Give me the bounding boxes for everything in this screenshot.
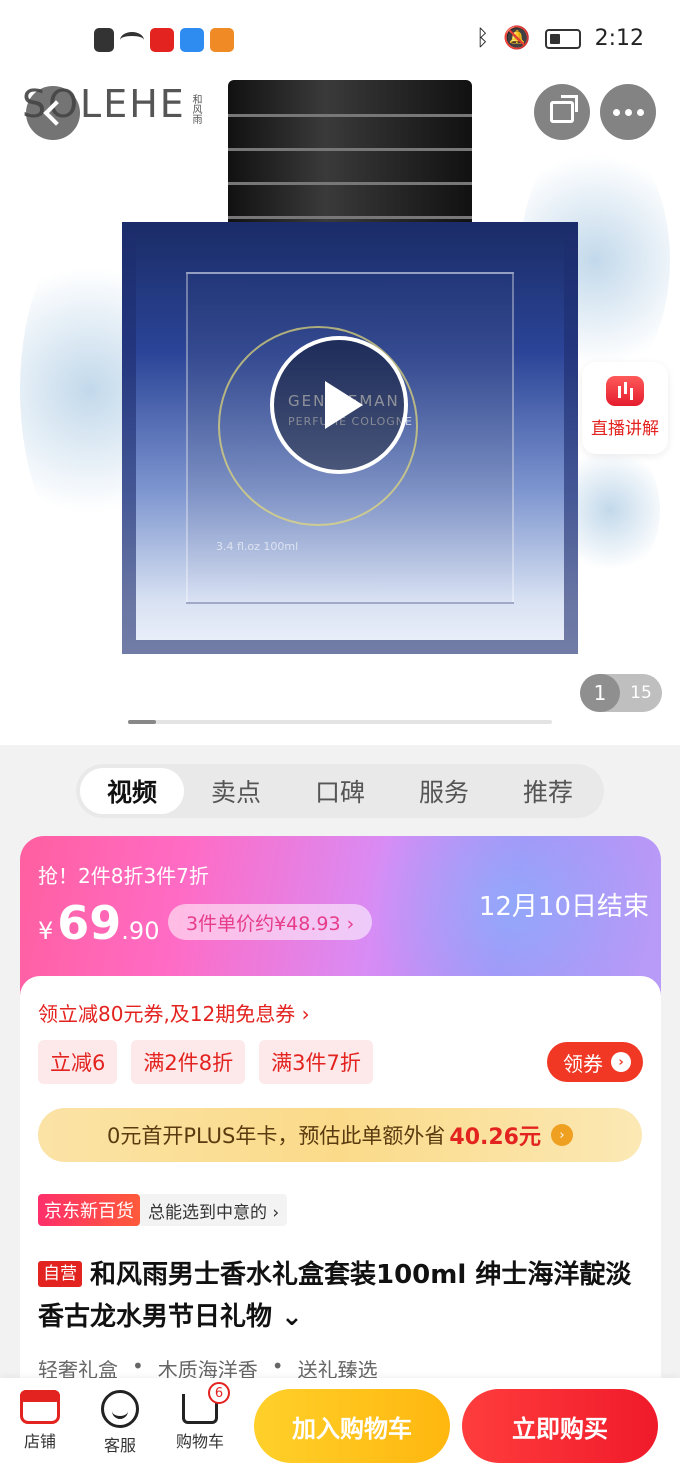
play-icon (325, 381, 363, 429)
chevron-right-icon: › (611, 1052, 631, 1072)
wifi-icon (120, 32, 144, 48)
add-to-cart-button[interactable]: 加入购物车 (254, 1389, 450, 1463)
channel-tag: 京东新百货 (38, 1194, 140, 1226)
app-notif-icon (150, 28, 174, 52)
price-integer: 69 (57, 896, 122, 950)
chevron-right-icon: › (550, 1124, 573, 1146)
cart-label: 购物车 (175, 1432, 224, 1451)
coupon-chip[interactable]: 满3件7折 (259, 1040, 373, 1084)
more-dots-icon (612, 108, 644, 116)
coupon-chip[interactable]: 满2件8折 (131, 1040, 246, 1084)
channel-badge[interactable]: 京东新百货 总能选到中意的 › (38, 1194, 288, 1226)
share-button[interactable] (534, 84, 590, 140)
play-app-icon (210, 28, 234, 52)
channel-text: 总能选到中意的 › (148, 1202, 280, 1223)
coupon-chip[interactable]: 立减6 (38, 1040, 118, 1084)
plus-membership-banner[interactable]: 0元首开PLUS年卡，预估此单额外省 40.26元 › (38, 1108, 642, 1162)
customer-service-icon (101, 1390, 139, 1428)
store-icon (20, 1390, 60, 1424)
video-play-button[interactable] (270, 336, 408, 474)
mute-icon: 🔕 (503, 26, 531, 51)
pager-current: 1 (580, 674, 620, 712)
product-title-text: 和风雨男士香水礼盒套装100ml 绅士海洋靛淡香古龙水男节日礼物 ⌄ (38, 1260, 632, 1332)
image-progress-bar (128, 720, 552, 724)
tab-reviews[interactable]: 口碑 (288, 768, 392, 814)
product-info-card: 领立减80元券,及12期免息券 › 立减6 满2件8折 满3件7折 领券 › 0… (20, 976, 661, 1386)
battery-icon (544, 28, 581, 49)
deal-text: 抢！2件8折3件7折 (38, 864, 209, 888)
service-label: 客服 (103, 1436, 136, 1455)
unit-price-pill[interactable]: 3件单价约¥48.93 › (168, 904, 373, 940)
tab-recommend[interactable]: 推荐 (496, 768, 600, 814)
tab-service[interactable]: 服务 (392, 768, 496, 814)
live-explain-label: 直播讲解 (591, 419, 659, 439)
back-chevron-icon (43, 100, 69, 126)
cloud-icon (180, 28, 204, 52)
plus-banner-text: 0元首开PLUS年卡，预估此单额外省 (107, 1124, 446, 1148)
cart-count-badge: 6 (208, 1382, 230, 1404)
price: ¥ 69 .90 (38, 896, 159, 950)
coupon-chips: 立减6 满2件8折 满3件7折 (38, 1040, 373, 1084)
plus-banner-amount: 40.26元 (449, 1125, 541, 1150)
tab-selling-points[interactable]: 卖点 (184, 768, 288, 814)
alert-icon (94, 28, 114, 52)
price-currency: ¥ (38, 917, 54, 945)
product-title[interactable]: 自营 和风雨男士香水礼盒套装100ml 绅士海洋靛淡香古龙水男节日礼物 ⌄ (38, 1254, 646, 1338)
price-decimal: .90 (121, 917, 160, 945)
bottom-action-bar: 店铺 客服 购物车 6 加入购物车 立即购买 (0, 1378, 680, 1473)
status-bar: ᛒ 🔕 2:12 (0, 0, 680, 80)
status-bar-notifications (94, 28, 234, 52)
more-button[interactable] (600, 84, 656, 140)
promo-end-date: 12月10日结束 (478, 892, 649, 922)
coupon-summary-link[interactable]: 领立减80元券,及12期免息券 › (38, 998, 310, 1027)
claim-coupon-label: 领券 (563, 1051, 603, 1076)
live-chart-icon (606, 376, 644, 406)
bottle-volume: 3.4 fl.oz 100ml (216, 540, 299, 553)
share-icon (550, 95, 578, 123)
section-tabs: 视频 卖点 口碑 服务 推荐 (76, 764, 604, 818)
customer-service-button[interactable]: 客服 (88, 1390, 152, 1456)
store-button[interactable]: 店铺 (8, 1390, 72, 1452)
buy-now-button[interactable]: 立即购买 (462, 1389, 658, 1463)
brand-logo-cn: 和风雨 (190, 94, 201, 124)
image-pager: 1 15 (580, 674, 662, 712)
back-button[interactable] (26, 86, 80, 140)
pager-total: 15 (630, 683, 652, 703)
bluetooth-icon: ᛒ (475, 26, 490, 51)
self-operated-tag: 自营 (38, 1261, 82, 1287)
store-label: 店铺 (23, 1432, 56, 1451)
clock: 2:12 (594, 26, 644, 51)
status-bar-system: ᛒ 🔕 2:12 (476, 26, 644, 51)
claim-coupon-button[interactable]: 领券 › (547, 1042, 643, 1082)
tab-video[interactable]: 视频 (80, 768, 184, 814)
image-progress-fill (128, 720, 156, 724)
live-explain-button[interactable]: 直播讲解 (582, 362, 668, 454)
